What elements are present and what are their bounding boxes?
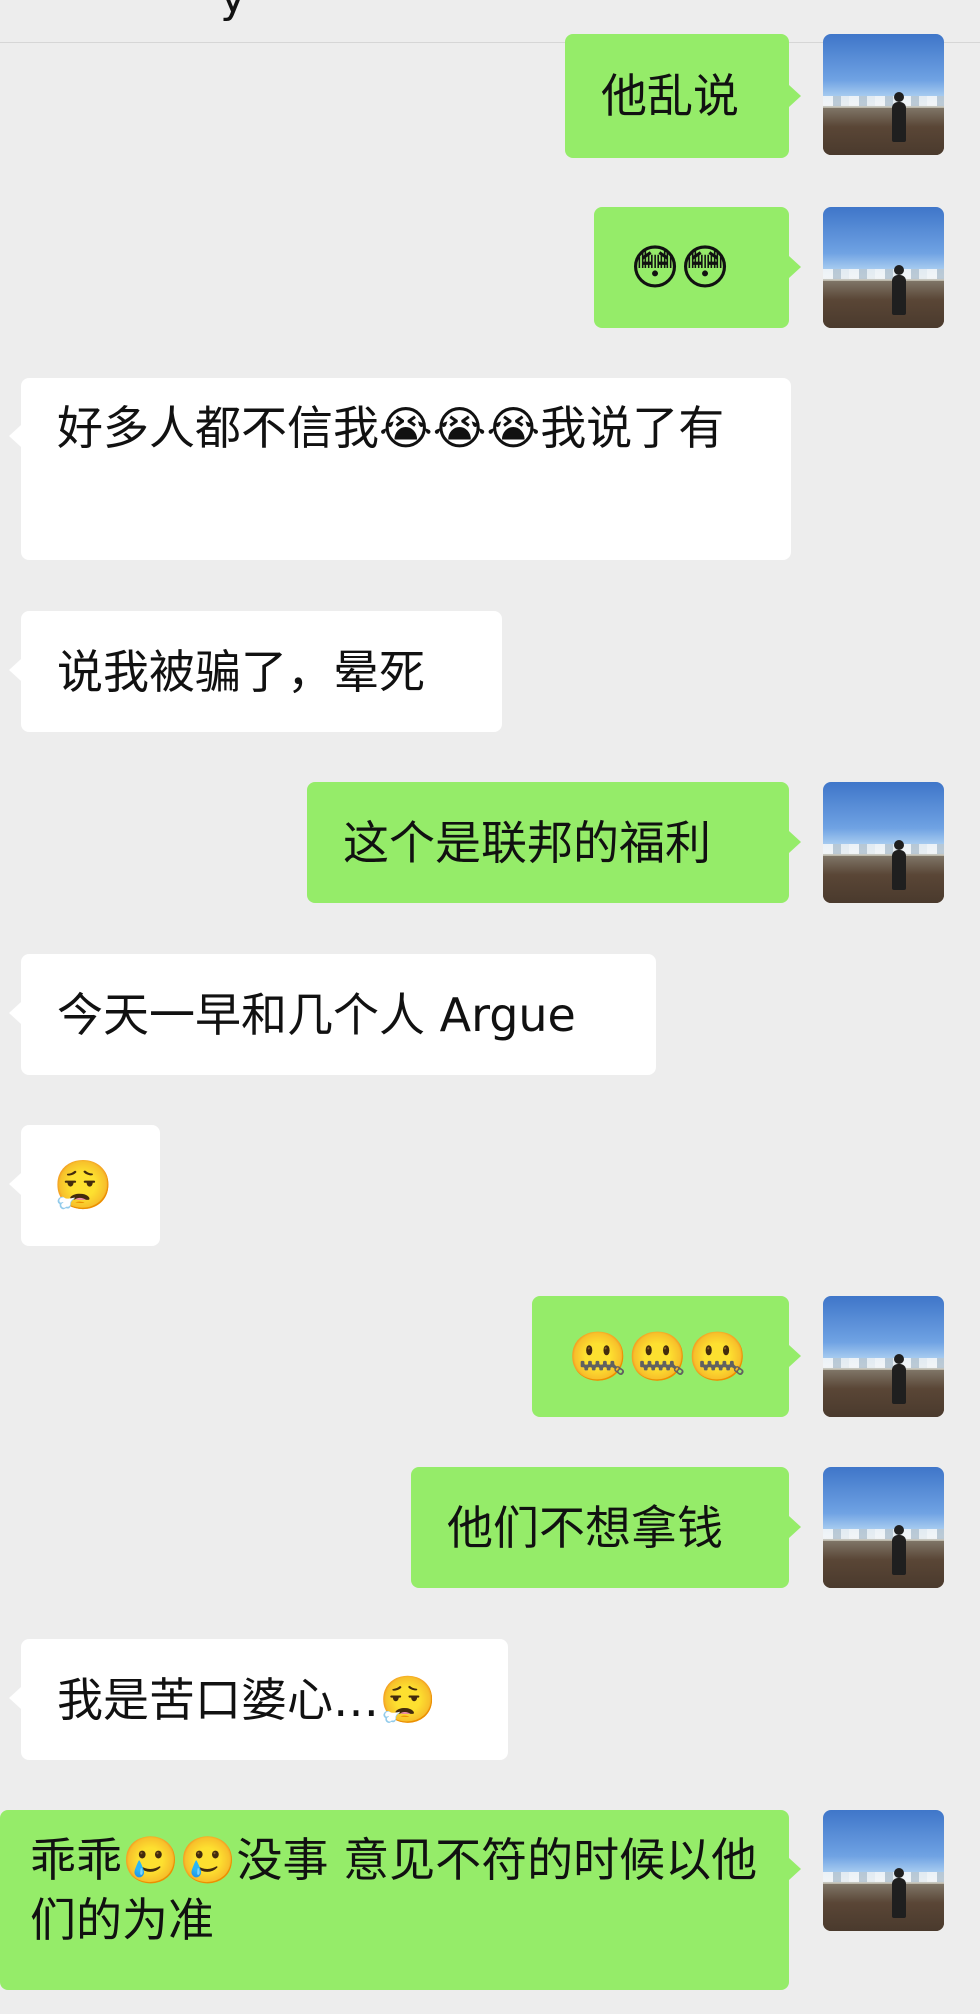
message-text: 说我被骗了，晕死 [57,644,425,699]
avatar-ground [823,108,944,155]
chat-title: y [220,0,246,23]
bubble-tail [9,425,21,447]
avatar-mountains [823,1358,944,1368]
avatar-ground [823,1884,944,1931]
my-avatar[interactable] [823,34,944,155]
my-avatar[interactable] [823,1810,944,1931]
message-bubble[interactable]: 乖乖🥲🥲没事 意见不符的时候以他们的为准 [0,1810,789,1990]
avatar-person-figure [892,1868,906,1918]
bubble-tail [789,85,801,107]
avatar-ground [823,281,944,328]
my-avatar[interactable] [823,782,944,903]
my-avatar[interactable] [823,207,944,328]
message-bubble[interactable]: 他们不想拿钱 [411,1467,789,1588]
message-bubble[interactable]: 这个是联邦的福利 [307,782,789,903]
avatar-person-figure [892,92,906,142]
bubble-tail [789,1516,801,1538]
my-avatar[interactable] [823,1296,944,1417]
message-bubble[interactable]: 说我被骗了，晕死 [21,611,502,732]
avatar-ground [823,856,944,903]
message-text: 这个是联邦的福利 [343,815,711,870]
message-bubble[interactable]: 🤐🤐🤐 [532,1296,789,1417]
message-text: 他乱说 [601,69,739,123]
bubble-tail [789,1345,801,1367]
avatar-person-figure [892,265,906,315]
message-text: 😮‍💨 [53,1157,113,1214]
bubble-tail [9,659,21,681]
message-bubble[interactable]: 😮‍💨 [21,1125,160,1246]
message-text: 😳😳 [630,239,731,296]
bubble-tail [789,256,801,278]
bubble-tail [9,1173,21,1195]
avatar-person-figure [892,1354,906,1404]
avatar-mountains [823,269,944,279]
message-text: 我是苦口婆心…😮‍💨 [57,1672,437,1727]
bubble-tail [9,1002,21,1024]
bubble-tail [789,1858,801,1880]
message-bubble[interactable]: 今天一早和几个人 Argue [21,954,656,1075]
avatar-ground [823,1541,944,1588]
avatar-mountains [823,96,944,106]
avatar-person-figure [892,840,906,890]
my-avatar[interactable] [823,1467,944,1588]
message-bubble[interactable]: 好多人都不信我😭😭😭我说了有 [21,378,791,560]
avatar-mountains [823,1872,944,1882]
bubble-tail [9,1687,21,1709]
avatar-mountains [823,1529,944,1539]
message-text: 乖乖🥲🥲没事 意见不符的时候以他们的为准 [30,1833,758,1947]
avatar-ground [823,1370,944,1417]
message-text: 他们不想拿钱 [447,1500,723,1555]
message-bubble[interactable]: 我是苦口婆心…😮‍💨 [21,1639,508,1760]
message-text: 今天一早和几个人 Argue [57,987,576,1042]
message-text: 好多人都不信我😭😭😭我说了有 [57,401,725,455]
bubble-tail [789,831,801,853]
avatar-person-figure [892,1525,906,1575]
message-text: 🤐🤐🤐 [568,1328,748,1385]
message-bubble[interactable]: 😳😳 [594,207,789,328]
message-bubble[interactable]: 他乱说 [565,34,789,158]
avatar-mountains [823,844,944,854]
